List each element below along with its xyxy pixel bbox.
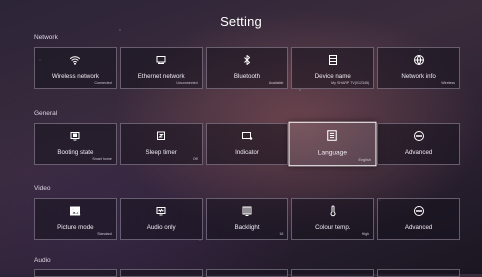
tile-status: Available — [268, 81, 284, 85]
tile-status: Wireless — [441, 81, 455, 85]
tile-network-info[interactable]: Network info Wireless — [377, 47, 460, 89]
tile-label: Wireless network — [51, 73, 99, 80]
tile-label: Picture mode — [57, 224, 94, 231]
backlight-icon — [207, 205, 288, 219]
section-label-audio: Audio — [34, 257, 51, 264]
ethernet-icon — [121, 54, 202, 68]
tile-label: Device name — [314, 73, 351, 80]
more-icon — [378, 205, 459, 219]
thermometer-icon — [292, 205, 373, 219]
tile-status: 16 — [279, 232, 284, 236]
tile-label: Advanced — [404, 149, 433, 156]
tile-label: Advanced — [404, 224, 433, 231]
more-icon — [378, 130, 459, 144]
tile-status: High — [361, 232, 370, 236]
tile-status: Smart home — [92, 157, 112, 161]
tile-status: Unconnected — [176, 81, 198, 85]
globe-icon — [378, 54, 459, 68]
picture-icon — [35, 205, 116, 219]
section-label-general: General — [34, 110, 58, 117]
tile-wireless-network[interactable]: Wireless network Connected — [34, 47, 117, 89]
tile-label: Language — [318, 149, 348, 157]
tile-indicator[interactable]: Indicator — [205, 123, 289, 165]
tile-audio-5[interactable] — [377, 269, 460, 277]
tile-label: Indicator — [235, 149, 259, 156]
tile-label: Bluetooth — [233, 73, 261, 80]
tile-audio-2[interactable] — [119, 269, 203, 277]
section-label-video: Video — [34, 185, 51, 192]
tile-label: Ethernet network — [137, 73, 185, 80]
tile-status: Connected — [94, 81, 112, 85]
tile-colour-temp[interactable]: Colour temp. High — [291, 198, 375, 240]
tile-label: Booting state — [57, 149, 94, 156]
tile-backlight[interactable]: Backlight 16 — [205, 198, 289, 240]
video-row: Picture mode Standard Audio only Backlig… — [34, 198, 460, 240]
tile-language[interactable]: Language English — [288, 121, 377, 167]
tile-device-name[interactable]: Device name My SHARP TV(012345) — [291, 47, 375, 89]
tile-bluetooth[interactable]: Bluetooth Available — [205, 47, 289, 89]
tile-label: Audio only — [146, 224, 176, 231]
network-row: Wireless network Connected Ethernet netw… — [34, 47, 460, 89]
tile-label: Backlight — [234, 224, 260, 231]
tile-status: My SHARP TV(012345) — [331, 81, 370, 85]
tile-label: Network info — [401, 73, 436, 80]
tile-audio-1[interactable] — [34, 269, 117, 277]
tile-status: Off — [192, 157, 198, 161]
tile-audio-only[interactable]: Audio only — [119, 198, 203, 240]
language-icon — [290, 129, 376, 144]
section-label-network: Network — [34, 34, 58, 41]
tile-audio-3[interactable] — [205, 269, 289, 277]
indicator-icon — [207, 130, 288, 144]
tv-icon — [35, 130, 116, 144]
tile-picture-mode[interactable]: Picture mode Standard — [34, 198, 117, 240]
tile-label: Colour temp. — [315, 224, 351, 231]
tile-booting-state[interactable]: Booting state Smart home — [34, 123, 117, 165]
page-title: Setting — [220, 14, 262, 29]
tile-audio-4[interactable] — [291, 269, 375, 277]
wifi-icon — [35, 54, 116, 68]
general-row: Booting state Smart home Sleep timer Off… — [34, 121, 460, 167]
tile-advanced-video[interactable]: Advanced — [377, 198, 460, 240]
audio-row — [34, 269, 460, 277]
tile-sleep-timer[interactable]: Sleep timer Off — [119, 123, 203, 165]
sleep-timer-icon — [121, 130, 202, 144]
tile-advanced-general[interactable]: Advanced — [377, 123, 460, 165]
tile-status: Standard — [97, 232, 112, 236]
bluetooth-icon — [207, 54, 288, 68]
tile-label: Sleep timer — [145, 149, 177, 156]
tile-status: English — [358, 157, 372, 163]
audio-only-icon — [121, 205, 202, 219]
tile-ethernet-network[interactable]: Ethernet network Unconnected — [119, 47, 203, 89]
device-name-icon — [292, 54, 373, 68]
